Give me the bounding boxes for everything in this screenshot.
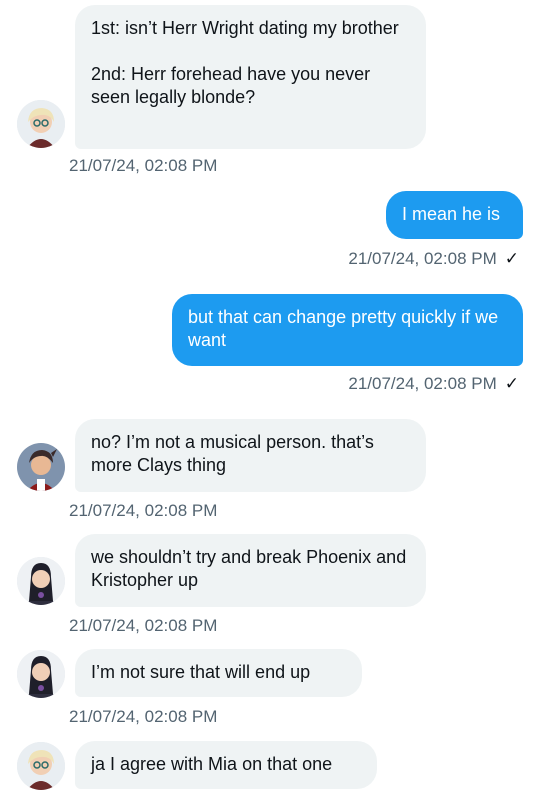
message-timestamp: 21/07/24, 02:08 PM	[348, 249, 497, 268]
sent-check-icon: ✓	[504, 374, 519, 393]
message-bubble-incoming[interactable]: no? I’m not a musical person. that’s mor…	[75, 419, 426, 492]
message-bubble-incoming[interactable]: we shouldn’t try and break Phoenix and K…	[75, 534, 426, 607]
sent-check-icon: ✓	[504, 249, 519, 268]
message-bubble-incoming[interactable]: ja I agree with Mia on that one	[75, 741, 377, 789]
avatar-blonde-character-avatar[interactable]	[17, 100, 65, 148]
message-bubble-incoming[interactable]: 1st: isn’t Herr Wright dating my brother…	[75, 5, 426, 149]
message-bubble-outgoing[interactable]: but that can change pretty quickly if we…	[172, 294, 523, 366]
message-timestamp-row: 21/07/24, 02:08 PM ✓	[348, 373, 519, 395]
avatar-dark-haired-character-avatar[interactable]	[17, 443, 65, 491]
message-timestamp: 21/07/24, 02:08 PM	[69, 156, 218, 175]
avatar-long-haired-character-avatar[interactable]	[17, 557, 65, 605]
message-timestamp: 21/07/24, 02:08 PM	[348, 374, 497, 393]
avatar-long-haired-character-avatar[interactable]	[17, 650, 65, 698]
message-bubble-outgoing[interactable]: I mean he is	[386, 191, 523, 239]
avatar-blonde-character-avatar[interactable]	[17, 742, 65, 790]
message-timestamp: 21/07/24, 02:08 PM	[69, 501, 218, 520]
message-timestamp: 21/07/24, 02:08 PM	[69, 616, 218, 635]
message-timestamp-row: 21/07/24, 02:08 PM ✓	[348, 248, 519, 270]
message-bubble-incoming[interactable]: I’m not sure that will end up	[75, 649, 362, 697]
message-timestamp: 21/07/24, 02:08 PM	[69, 707, 218, 726]
